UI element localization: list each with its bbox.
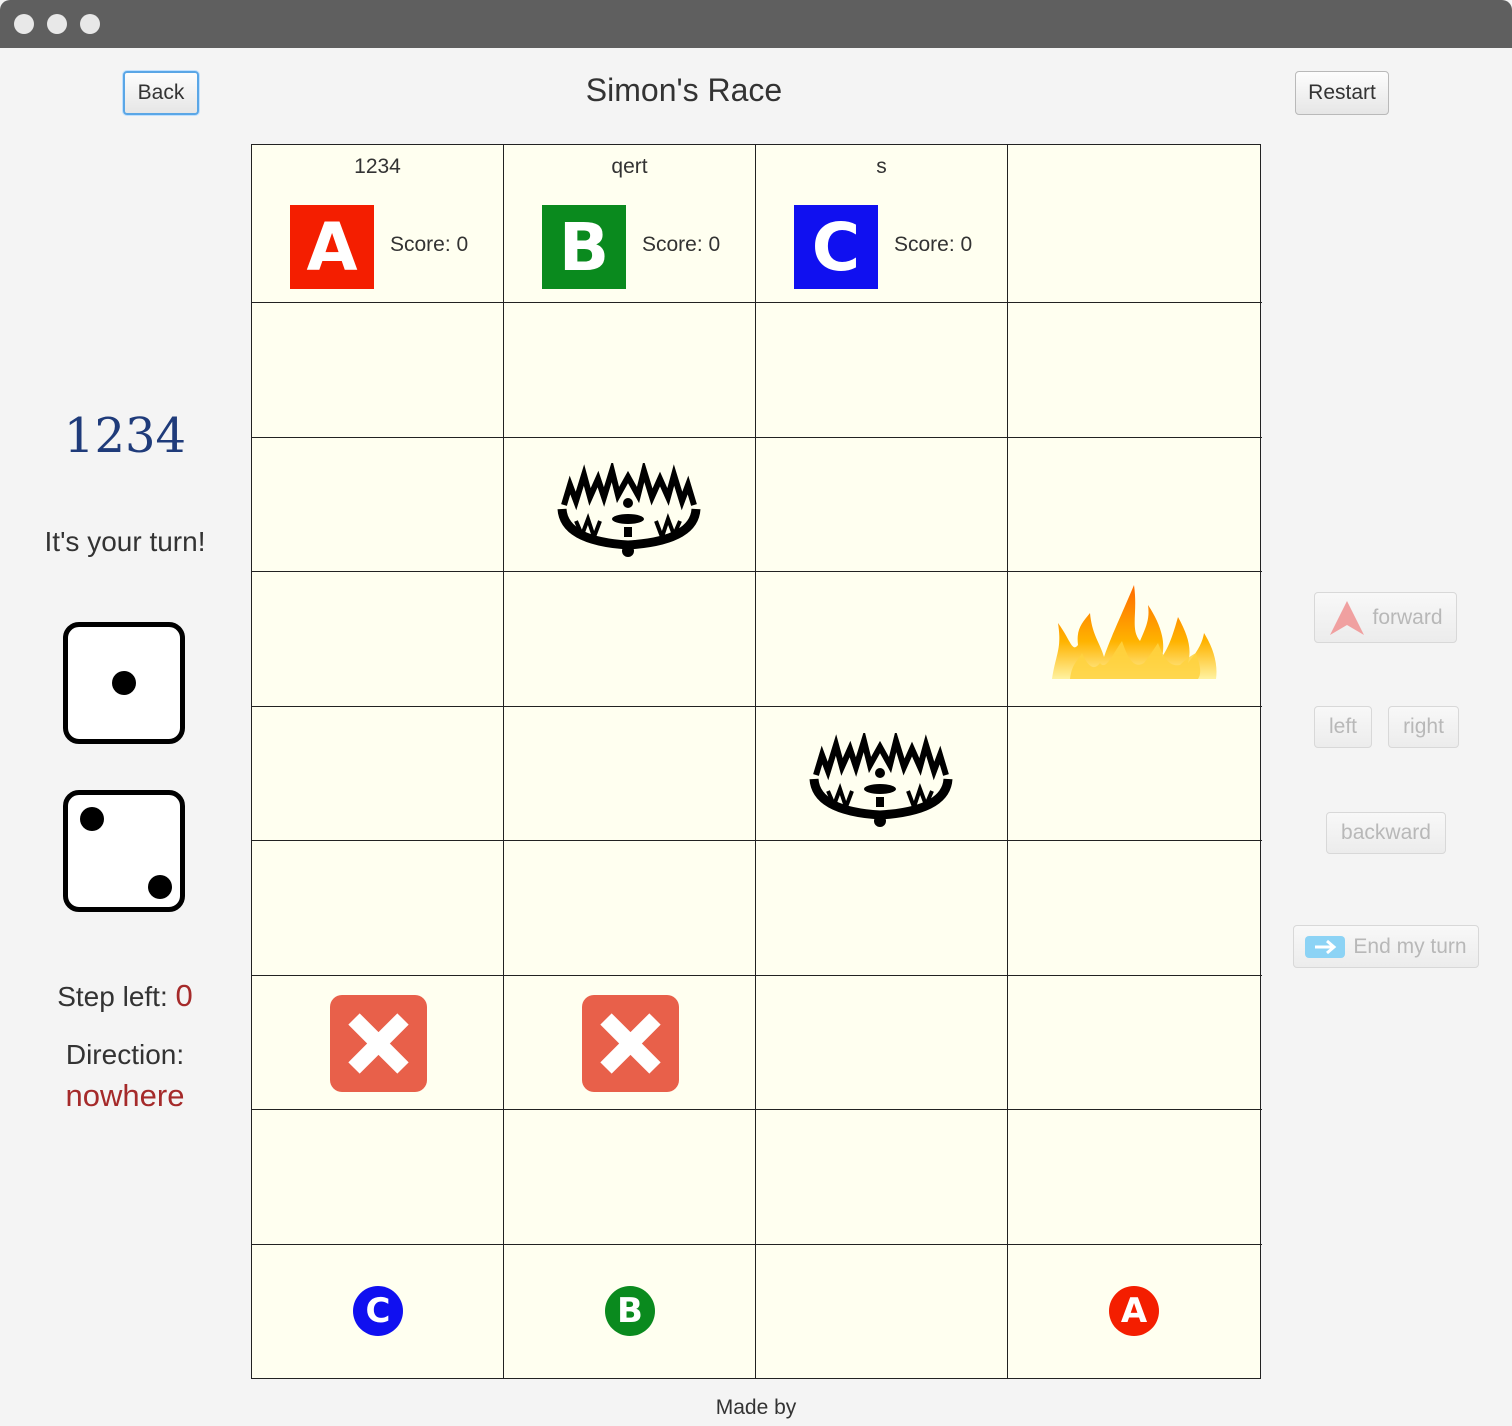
player-score: Score: 0 xyxy=(390,233,469,256)
maximize-window-button[interactable] xyxy=(80,14,100,34)
board-cell xyxy=(1008,303,1262,438)
player-score: Score: 0 xyxy=(894,233,973,256)
board-cell xyxy=(504,303,756,438)
board-cell xyxy=(756,303,1008,438)
die-pip xyxy=(148,875,172,899)
arrow-right-icon xyxy=(1305,935,1346,958)
die-pip xyxy=(80,807,104,831)
bear-trap-icon xyxy=(557,463,701,557)
fire-icon xyxy=(1052,585,1217,679)
left-button[interactable]: left xyxy=(1314,706,1372,748)
player-name: qert xyxy=(611,155,648,178)
board-cell xyxy=(756,1110,1008,1245)
forward-arrow-icon xyxy=(1330,600,1365,635)
board-cell xyxy=(756,572,1008,707)
turn-message: It's your turn! xyxy=(44,526,206,557)
die-pip xyxy=(112,671,136,695)
restart-button[interactable]: Restart xyxy=(1295,71,1389,115)
made-by-footer: Made by xyxy=(715,1396,797,1419)
board-cell xyxy=(1008,438,1262,572)
board-cell xyxy=(252,572,504,707)
board-cell xyxy=(252,841,504,976)
board-cell xyxy=(252,707,504,841)
die-two xyxy=(63,790,185,912)
player-c-token[interactable]: C xyxy=(353,1286,403,1336)
end-turn-label: End my turn xyxy=(1353,934,1467,958)
direction-label: Direction: xyxy=(65,1039,185,1070)
forward-button[interactable]: forward xyxy=(1314,592,1457,643)
board-cell xyxy=(756,841,1008,976)
board-cell xyxy=(1008,841,1262,976)
board-cell xyxy=(1008,1110,1262,1245)
blocked-cell-icon xyxy=(582,995,679,1092)
close-window-button[interactable] xyxy=(14,14,34,34)
board-cell xyxy=(252,438,504,572)
player-c-badge: C xyxy=(794,205,878,289)
player-card: s C Score: 0 xyxy=(756,145,1008,303)
player-b-token[interactable]: B xyxy=(605,1286,655,1336)
board-cell xyxy=(1008,976,1262,1110)
steps-left-label: Step left: xyxy=(57,981,168,1012)
page-title: Simon's Race xyxy=(585,72,783,108)
board-cell xyxy=(756,976,1008,1110)
game-board: 1234 A Score: 0 qert B Score: 0 s C Scor… xyxy=(251,144,1262,1379)
right-button[interactable]: right xyxy=(1388,706,1459,748)
steps-left: Step left: 0 xyxy=(20,978,230,1014)
player-card: qert B Score: 0 xyxy=(504,145,756,303)
end-turn-button[interactable]: End my turn xyxy=(1293,925,1479,968)
board-cell xyxy=(1008,707,1262,841)
player-name: 1234 xyxy=(354,155,401,178)
blocked-cell-icon xyxy=(330,995,427,1092)
steps-left-value: 0 xyxy=(175,978,193,1013)
forward-button-label: forward xyxy=(1372,605,1443,629)
board-cell xyxy=(252,1110,504,1245)
direction-value: nowhere xyxy=(65,1078,185,1113)
player-name: s xyxy=(876,155,887,178)
player-a-badge: A xyxy=(290,205,374,289)
player-b-badge: B xyxy=(542,205,626,289)
player-a-token[interactable]: A xyxy=(1109,1286,1159,1336)
board-cell xyxy=(756,1245,1008,1379)
board-cell xyxy=(252,303,504,438)
backward-button[interactable]: backward xyxy=(1326,812,1446,854)
board-cell xyxy=(504,841,756,976)
board-cell xyxy=(504,707,756,841)
board-cell xyxy=(504,1110,756,1245)
board-cell xyxy=(504,572,756,707)
player-card: 1234 A Score: 0 xyxy=(252,145,504,303)
minimize-window-button[interactable] xyxy=(47,14,67,34)
current-player-name: 1234 xyxy=(63,408,187,464)
window-titlebar xyxy=(0,0,1512,48)
player-card-empty xyxy=(1008,145,1262,303)
player-score: Score: 0 xyxy=(642,233,721,256)
bear-trap-icon xyxy=(809,733,953,827)
die-one xyxy=(63,622,185,744)
board-cell xyxy=(756,438,1008,572)
